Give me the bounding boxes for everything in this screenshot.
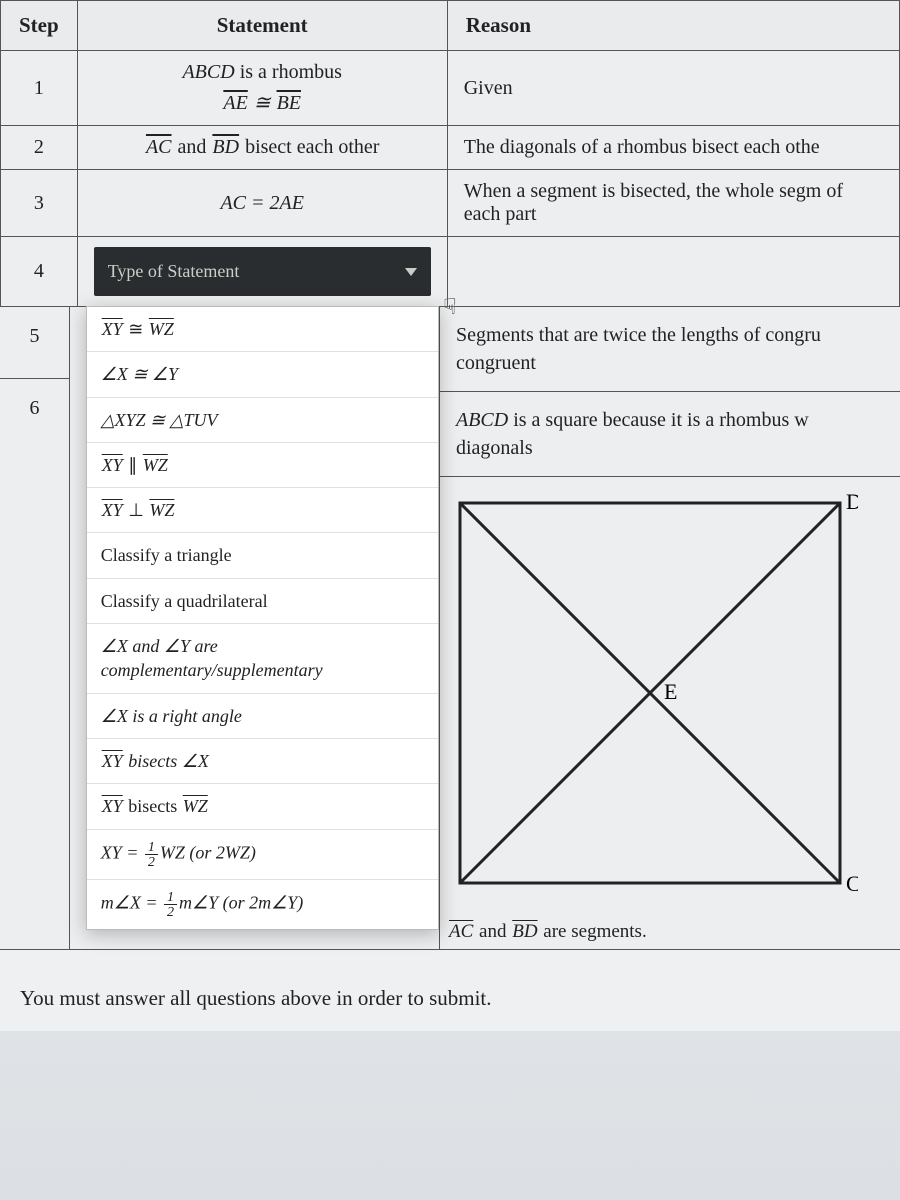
- reason-cell: Segments that are twice the lengths of c…: [440, 307, 900, 392]
- dropdown-option-segment-congruent[interactable]: XY ≅ WZ: [87, 307, 438, 352]
- dropdown-option-classify-quad[interactable]: Classify a quadrilateral: [87, 579, 438, 624]
- dropdown-option-bisect-segment[interactable]: XY bisects WZ: [87, 784, 438, 829]
- statement-cell: ABCD is a rhombus AE ≅ BE: [77, 51, 447, 126]
- vertex-c-label: C: [846, 871, 858, 896]
- reason-column: Segments that are twice the lengths of c…: [440, 307, 900, 949]
- reason-cell: [447, 237, 899, 307]
- dropdown-option-classify-triangle[interactable]: Classify a triangle: [87, 533, 438, 578]
- step-number: 3: [1, 170, 78, 237]
- dropdown-option-angle-congruent[interactable]: ∠X ≅ ∠Y: [87, 352, 438, 397]
- cursor-icon: ☟: [443, 294, 456, 320]
- header-step: Step: [1, 1, 78, 51]
- header-statement: Statement: [77, 1, 447, 51]
- step-number: 1: [1, 51, 78, 126]
- reason-cell: ABCD is a square because it is a rhombus…: [440, 392, 900, 477]
- table-row: 2 AC and BD bisect each other The diagon…: [1, 126, 900, 170]
- dropdown-option-triangle-congruent[interactable]: △XYZ ≅ △TUV: [87, 398, 438, 443]
- reason-cell: When a segment is bisected, the whole se…: [447, 170, 899, 237]
- dropdown-menu: XY ≅ WZ ∠X ≅ ∠Y △XYZ ≅ △TUV XY ∥ WZ XY ⊥…: [86, 306, 439, 930]
- dropdown-option-complementary[interactable]: ∠X and ∠Y are complementary/supplementar…: [87, 624, 438, 694]
- dropdown-option-half-segment[interactable]: XY = 12WZ (or 2WZ): [87, 830, 438, 880]
- diagram-caption: AC and BD are segments.: [440, 907, 900, 949]
- step-number: 5: [0, 307, 69, 379]
- center-e-label: E: [664, 679, 677, 704]
- table-row: 1 ABCD is a rhombus AE ≅ BE Given: [1, 51, 900, 126]
- step-column: 5 6: [0, 307, 70, 949]
- table-row: 3 AC = 2AE When a segment is bisected, t…: [1, 170, 900, 237]
- step-number: 6: [0, 379, 69, 949]
- type-of-statement-dropdown[interactable]: Type of Statement: [94, 247, 431, 296]
- chevron-down-icon: [405, 268, 417, 276]
- dropdown-placeholder: Type of Statement: [108, 261, 240, 282]
- step-number: 4: [1, 237, 78, 307]
- step-number: 2: [1, 126, 78, 170]
- table-row: 4 Type of Statement ☟ XY ≅ WZ ∠X ≅ ∠Y △X…: [1, 237, 900, 307]
- dropdown-option-half-angle[interactable]: m∠X = 12m∠Y (or 2m∠Y): [87, 880, 438, 929]
- reason-cell: The diagonals of a rhombus bisect each o…: [447, 126, 899, 170]
- statement-cell: Type of Statement ☟ XY ≅ WZ ∠X ≅ ∠Y △XYZ…: [77, 237, 447, 307]
- statement-cell: AC and BD bisect each other: [77, 126, 447, 170]
- submission-note: You must answer all questions above in o…: [0, 949, 900, 1031]
- header-reason: Reason: [447, 1, 899, 51]
- dropdown-option-bisect-angle[interactable]: XY bisects ∠X: [87, 739, 438, 784]
- reason-cell: Given: [447, 51, 899, 126]
- dropdown-option-right-angle[interactable]: ∠X is a right angle: [87, 694, 438, 739]
- diagram: D C E: [440, 477, 900, 907]
- dropdown-option-perpendicular[interactable]: XY ⊥ WZ: [87, 488, 438, 533]
- square-abcd-icon: D C E: [448, 491, 858, 901]
- dropdown-option-parallel[interactable]: XY ∥ WZ: [87, 443, 438, 488]
- statement-cell: AC = 2AE: [77, 170, 447, 237]
- vertex-d-label: D: [846, 491, 858, 514]
- proof-table: Step Statement Reason 1 ABCD is a rhombu…: [0, 0, 900, 307]
